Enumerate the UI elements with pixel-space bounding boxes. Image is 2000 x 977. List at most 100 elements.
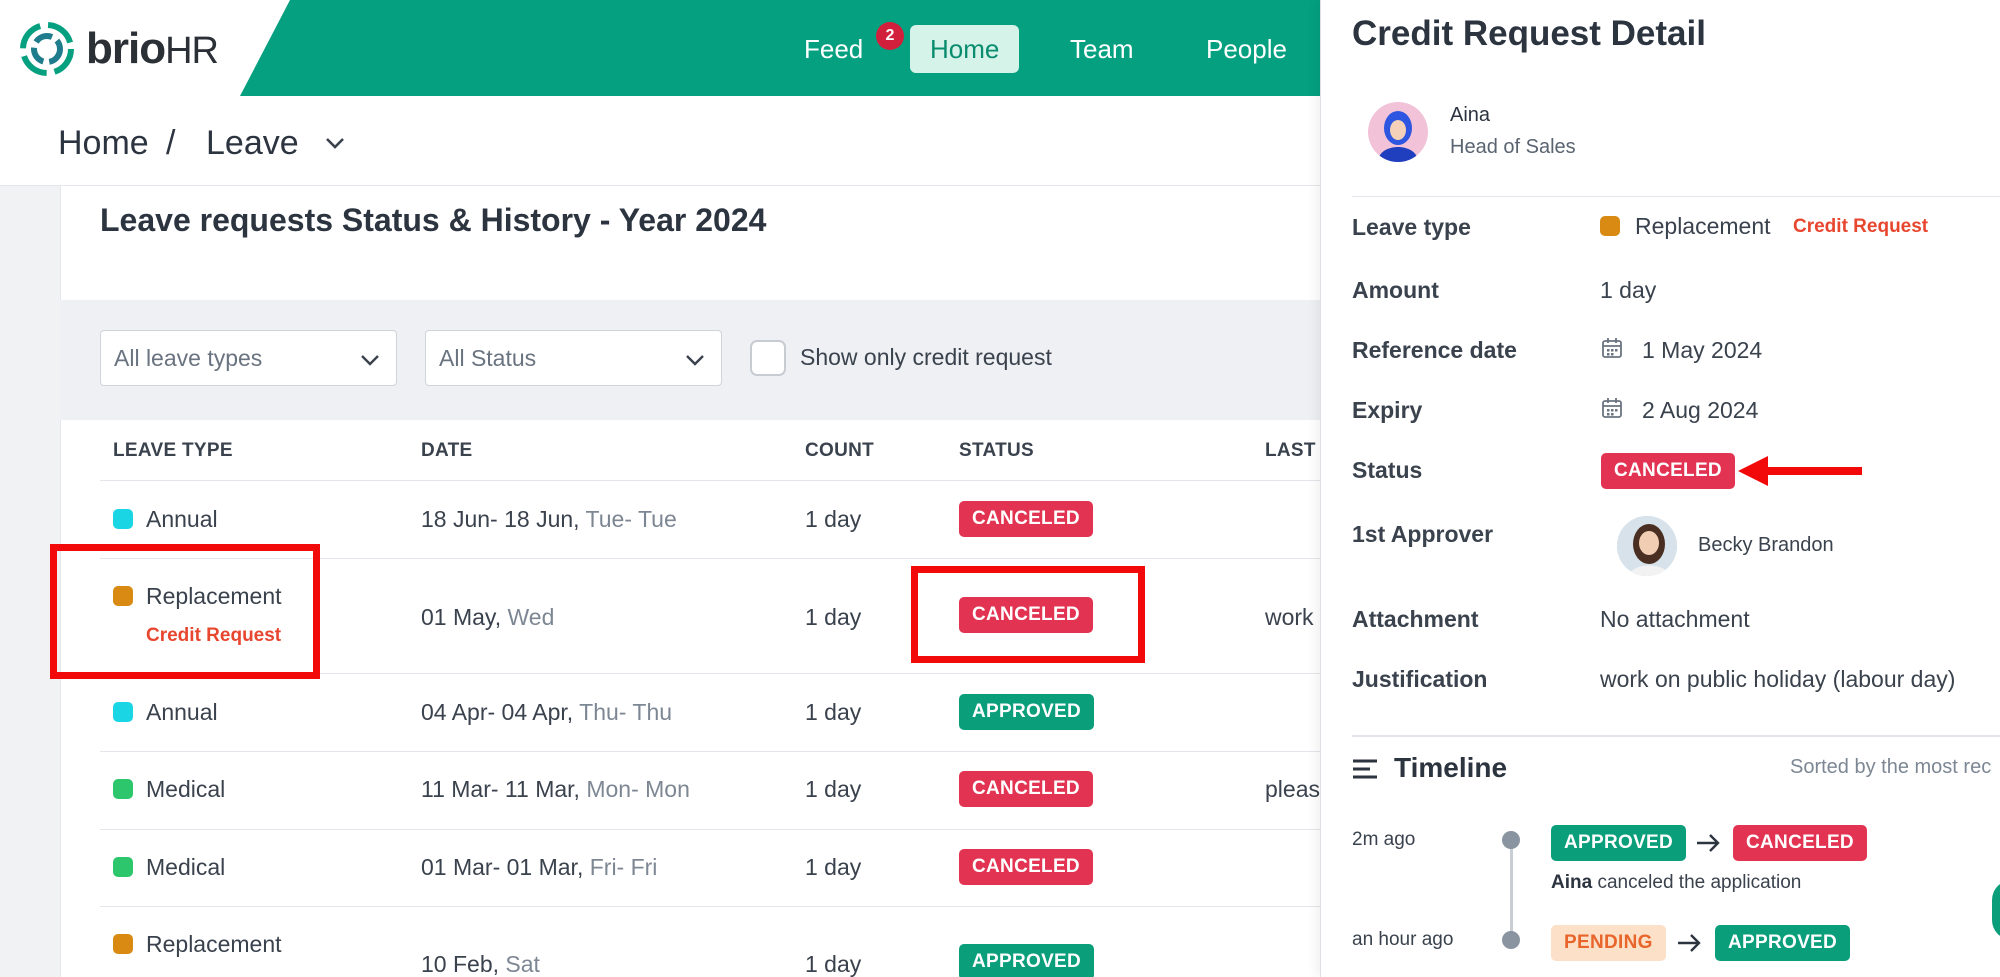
status-badge: CANCELED: [959, 771, 1093, 807]
leave-date-range: 01 Mar- 01 Mar,: [421, 854, 584, 880]
amount-label: Amount: [1352, 277, 1439, 303]
timeline-sort-label[interactable]: Sorted by the most rec: [1790, 756, 1991, 779]
timeline-actor: Aina: [1551, 872, 1593, 893]
leave-type-filter[interactable]: All leave types: [100, 330, 397, 386]
leave-type-filter-value: All leave types: [114, 345, 263, 371]
leave-date-range: 01 May,: [421, 604, 502, 630]
nav-home[interactable]: Home: [910, 25, 1020, 73]
red-arrow-annotation: [1738, 456, 1862, 486]
status-filter-value: All Status: [439, 345, 537, 371]
justification-label: Justification: [1352, 666, 1488, 692]
feed-notification-badge: 2: [876, 22, 904, 50]
attachment-value: No attachment: [1600, 606, 1750, 632]
table-divider: [100, 829, 1330, 830]
leave-days: Wed: [507, 604, 555, 630]
leave-type: Annual: [146, 699, 218, 725]
justification-value: work on public holiday (labour day): [1600, 666, 1956, 692]
chevron-down-icon[interactable]: [322, 130, 348, 156]
status-badge: CANCELED: [1601, 453, 1735, 489]
timeline-action: canceled the application: [1597, 872, 1802, 893]
leave-color-dot: [113, 509, 133, 529]
amount-value: 1 day: [1600, 277, 1657, 303]
breadcrumb-current[interactable]: Leave: [206, 124, 299, 163]
status-filter[interactable]: All Status: [425, 330, 722, 386]
approver-avatar: [1617, 516, 1677, 576]
leave-color-dot: [113, 857, 133, 877]
leave-date: 11 Mar- 11 Mar, Mon- Mon: [421, 776, 690, 803]
table-divider: [100, 480, 1330, 481]
employee-avatar: [1368, 102, 1428, 162]
status-badge: APPROVED: [959, 944, 1095, 977]
leave-color-dot: [113, 934, 133, 954]
breadcrumb-home[interactable]: Home: [58, 124, 149, 163]
calendar-icon: [1602, 338, 1622, 358]
credit-request-tag: Credit Request: [1793, 216, 1929, 237]
status-badge: APPROVED: [959, 694, 1095, 730]
leave-date: 18 Jun- 18 Jun, Tue- Tue: [421, 506, 677, 533]
leave-type-label: Leave type: [1352, 214, 1471, 240]
leave-color-dot: [113, 702, 133, 722]
timeline-description: Aina canceled the application: [1551, 872, 1801, 894]
leave-date: 01 Mar- 01 Mar, Fri- Fri: [421, 854, 657, 881]
reference-date-value: 1 May 2024: [1642, 337, 1763, 363]
leave-count: 1 day: [805, 951, 862, 977]
leave-days: Fri- Fri: [589, 854, 658, 880]
person-icon: [1617, 516, 1677, 576]
leave-count: 1 day: [805, 506, 862, 532]
nav-team[interactable]: Team: [1050, 25, 1154, 73]
brand-name: brio: [86, 24, 166, 73]
highlight-box-status: [911, 566, 1145, 663]
leave-days: Mon- Mon: [586, 776, 690, 802]
table-divider: [100, 751, 1330, 752]
page-title: Leave requests Status & History - Year 2…: [100, 202, 767, 238]
leave-days: Thu- Thu: [579, 699, 673, 725]
status-badge-from: APPROVED: [1551, 825, 1687, 861]
table-divider: [100, 906, 1330, 907]
status-badge: CANCELED: [959, 501, 1093, 537]
leave-note: work: [1265, 604, 1314, 630]
arrow-right-icon: [1678, 934, 1701, 952]
leave-count: 1 day: [805, 699, 862, 725]
expiry-label: Expiry: [1352, 397, 1423, 423]
column-header-status: STATUS: [959, 440, 1034, 461]
approver-name: Becky Brandon: [1698, 534, 1834, 556]
leave-color-dot: [113, 779, 133, 799]
panel-divider: [1352, 735, 2000, 737]
column-header-last: LAST: [1265, 440, 1316, 461]
approver-label: 1st Approver: [1352, 521, 1494, 547]
status-label: Status: [1352, 457, 1423, 483]
brio-logo-icon: [20, 22, 74, 76]
timeline-connector: [1510, 840, 1513, 940]
leave-type: Annual: [146, 506, 218, 532]
nav-feed[interactable]: Feed: [784, 25, 883, 73]
leave-date: 10 Feb, Sat: [421, 951, 540, 977]
status-badge-to: APPROVED: [1715, 925, 1851, 961]
credit-only-label[interactable]: Show only credit request: [800, 344, 1052, 371]
leave-date-range: 18 Jun- 18 Jun,: [421, 506, 580, 532]
chevron-down-icon: [686, 355, 704, 366]
timeline-time: 2m ago: [1352, 829, 1416, 850]
credit-only-checkbox[interactable]: [750, 340, 786, 376]
leave-date-range: 11 Mar- 11 Mar,: [421, 776, 580, 802]
leave-date-range: 10 Feb,: [421, 951, 499, 977]
brand-suffix: HR: [165, 30, 219, 72]
brand-logo-text: brioHR: [86, 24, 219, 74]
list-icon: [1353, 759, 1377, 779]
timeline-dot: [1502, 831, 1520, 849]
nav-people[interactable]: People: [1186, 25, 1307, 73]
leave-date: 01 May, Wed: [421, 604, 554, 631]
leave-count: 1 day: [805, 854, 862, 880]
leave-color-dot: [1600, 216, 1620, 236]
leave-type: Medical: [146, 854, 226, 880]
expiry-value: 2 Aug 2024: [1642, 397, 1759, 423]
timeline-time: an hour ago: [1352, 929, 1454, 950]
column-header-date: DATE: [421, 440, 473, 461]
reference-date-label: Reference date: [1352, 337, 1517, 363]
leave-date-range: 04 Apr- 04 Apr,: [421, 699, 574, 725]
breadcrumb-separator: /: [166, 124, 176, 162]
leave-type: Medical: [146, 776, 226, 802]
leave-count: 1 day: [805, 776, 862, 802]
leave-days: Tue- Tue: [585, 506, 677, 532]
highlight-box-leave-type: [50, 544, 320, 679]
employee-role: Head of Sales: [1450, 136, 1576, 158]
